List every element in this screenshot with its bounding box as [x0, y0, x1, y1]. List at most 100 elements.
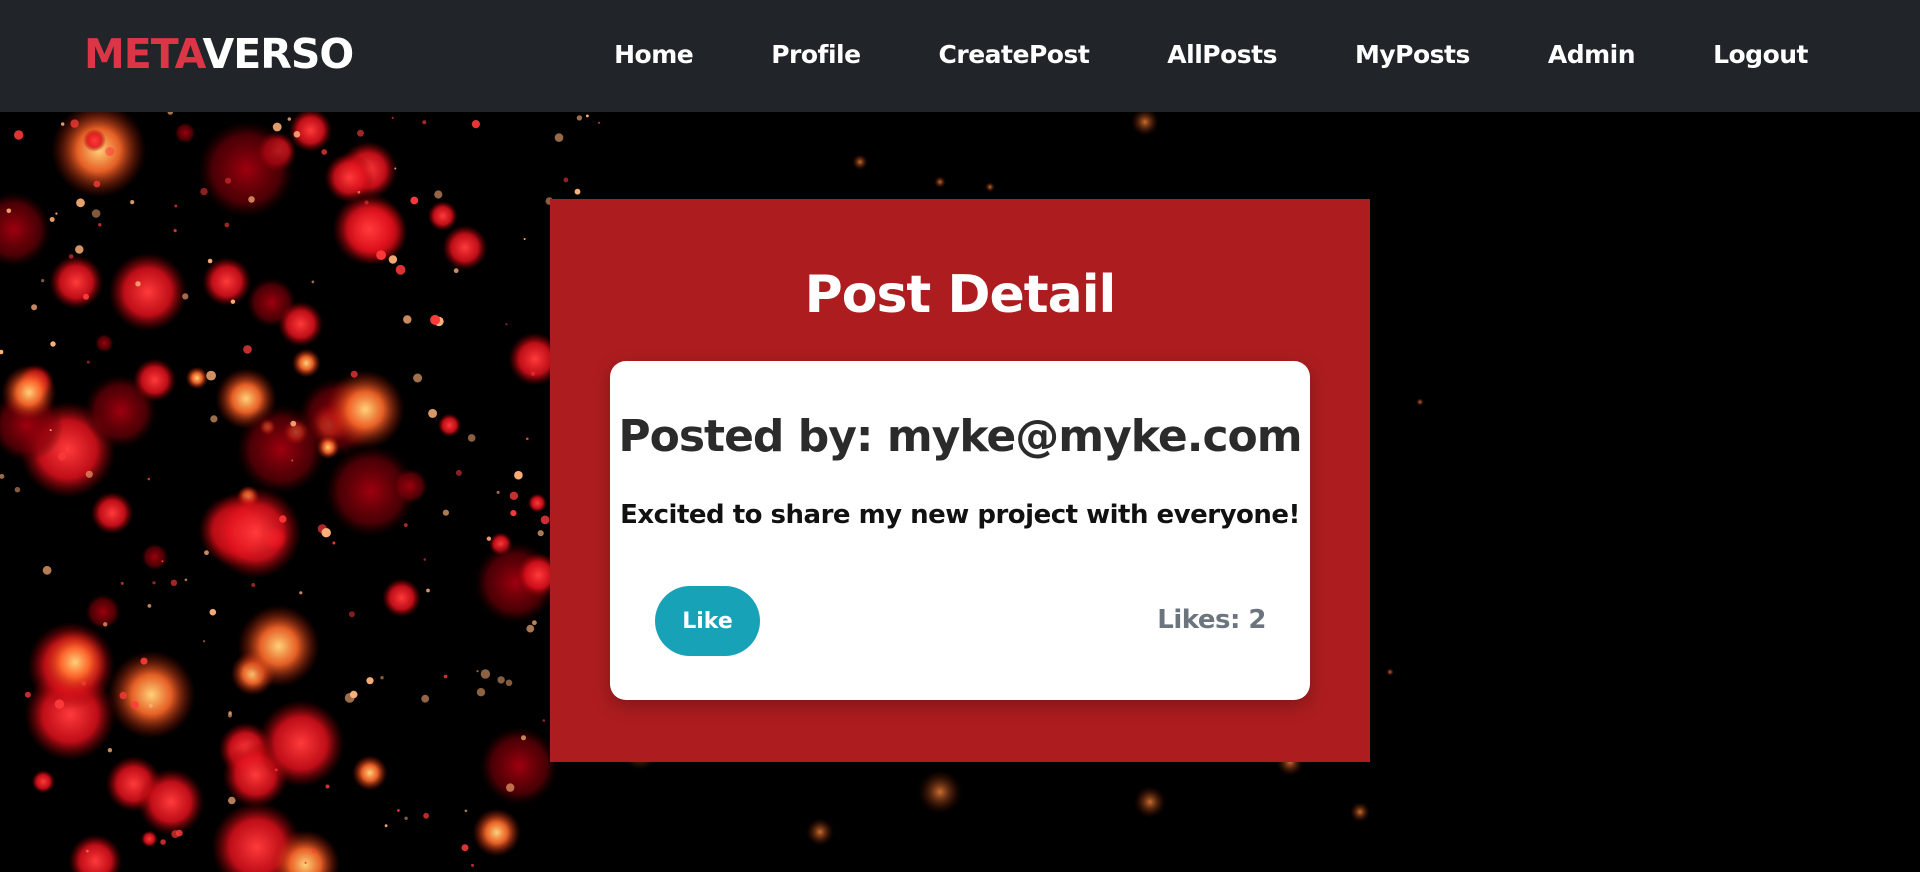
bokeh-particle [442, 225, 488, 271]
spark-particle [0, 473, 5, 479]
nav-link-admin[interactable]: Admin [1548, 35, 1636, 75]
bokeh-particle [133, 358, 177, 402]
spark-particle [537, 530, 544, 537]
spark-particle [54, 699, 65, 709]
spark-particle [299, 591, 303, 595]
spark-particle [131, 701, 139, 709]
spark-particle [311, 848, 316, 854]
bokeh-particle [108, 252, 188, 332]
spark-particle [325, 784, 330, 789]
bokeh-particle [202, 257, 252, 306]
page-title: Post Detail [804, 265, 1117, 325]
bokeh-particle [278, 301, 324, 347]
bokeh-particle [83, 129, 106, 152]
spark-particle [453, 268, 459, 274]
spark-particle [50, 341, 56, 347]
spark-particle [423, 812, 429, 819]
spark-particle [83, 293, 89, 300]
spark-particle [388, 255, 398, 264]
spark-particle [321, 528, 331, 538]
spark-particle [464, 809, 468, 813]
spark-particle [486, 536, 492, 541]
spark-particle [394, 167, 397, 170]
spark-particle [380, 676, 384, 680]
spark-particle [49, 217, 55, 222]
spark-particle [532, 620, 537, 626]
bokeh-particle [918, 770, 962, 814]
spark-particle [279, 515, 287, 523]
nav-link-profile[interactable]: Profile [771, 35, 861, 75]
bokeh-particle [236, 404, 327, 495]
spark-particle [135, 281, 141, 287]
spark-particle [505, 323, 508, 326]
spark-particle [526, 437, 529, 441]
spark-particle [349, 690, 358, 699]
spark-particle [224, 222, 230, 228]
nav-link-myposts[interactable]: MyPosts [1355, 35, 1470, 75]
spark-particle [227, 713, 233, 718]
bokeh-particle [31, 770, 55, 794]
spark-particle [542, 719, 546, 722]
spark-particle [496, 490, 500, 494]
nav-link-createpost[interactable]: CreatePost [939, 35, 1090, 75]
spark-particle [497, 676, 505, 684]
spark-particle [471, 120, 480, 129]
spark-particle [461, 844, 469, 852]
spark-particle [455, 469, 462, 476]
post-author: Posted by: myke@myke.com [618, 411, 1302, 462]
spark-particle [41, 279, 45, 283]
bokeh-particle [527, 493, 547, 513]
bokeh-particle [174, 122, 196, 144]
bokeh-particle [42, 629, 108, 695]
spark-particle [290, 420, 297, 427]
bokeh-particle [806, 818, 834, 846]
spark-particle [442, 509, 449, 516]
spark-particle [311, 280, 315, 284]
spark-particle [0, 349, 4, 355]
spark-particle [421, 694, 430, 703]
spark-particle [98, 223, 102, 227]
spark-particle [476, 688, 486, 697]
spark-particle [91, 209, 101, 218]
nav-link-home[interactable]: Home [614, 35, 694, 75]
nav-link-allposts[interactable]: AllPosts [1167, 35, 1277, 75]
bokeh-particle [427, 201, 458, 231]
bokeh-particle [49, 255, 104, 309]
brand-logo-part-meta: META [84, 30, 204, 78]
spark-particle [174, 204, 178, 208]
spark-particle [105, 147, 115, 156]
nav-link-logout[interactable]: Logout [1713, 35, 1808, 75]
spark-particle [61, 122, 65, 126]
spark-particle [24, 691, 31, 698]
spark-particle [391, 116, 394, 119]
bokeh-particle [1350, 802, 1370, 822]
bokeh-particle [332, 192, 406, 266]
spark-particle [287, 117, 291, 121]
spark-particle [86, 360, 90, 364]
like-button[interactable]: Like [655, 586, 760, 656]
spark-particle [14, 486, 21, 493]
spark-particle [574, 188, 581, 195]
spark-particle [251, 583, 256, 587]
spark-particle [209, 608, 217, 616]
spark-particle [107, 748, 113, 753]
bokeh-particle [197, 120, 296, 219]
bokeh-particle [1134, 786, 1166, 818]
spark-particle [423, 558, 427, 561]
brand-logo-part-verso: VERSO [202, 30, 355, 78]
spark-particle [225, 177, 232, 184]
spark-particle [49, 429, 52, 432]
bokeh-particle [95, 333, 114, 353]
brand-logo[interactable]: METAVERSO [84, 28, 355, 80]
spark-particle [531, 371, 535, 376]
bokeh-particle [141, 543, 169, 571]
spark-particle [357, 129, 364, 137]
bokeh-particle [185, 366, 209, 390]
spark-particle [510, 510, 517, 517]
bokeh-particle [291, 348, 321, 378]
spark-particle [397, 809, 400, 812]
spark-particle [521, 735, 526, 741]
spark-particle [152, 581, 156, 585]
spark-particle [171, 830, 180, 839]
bokeh-particle [85, 594, 121, 630]
